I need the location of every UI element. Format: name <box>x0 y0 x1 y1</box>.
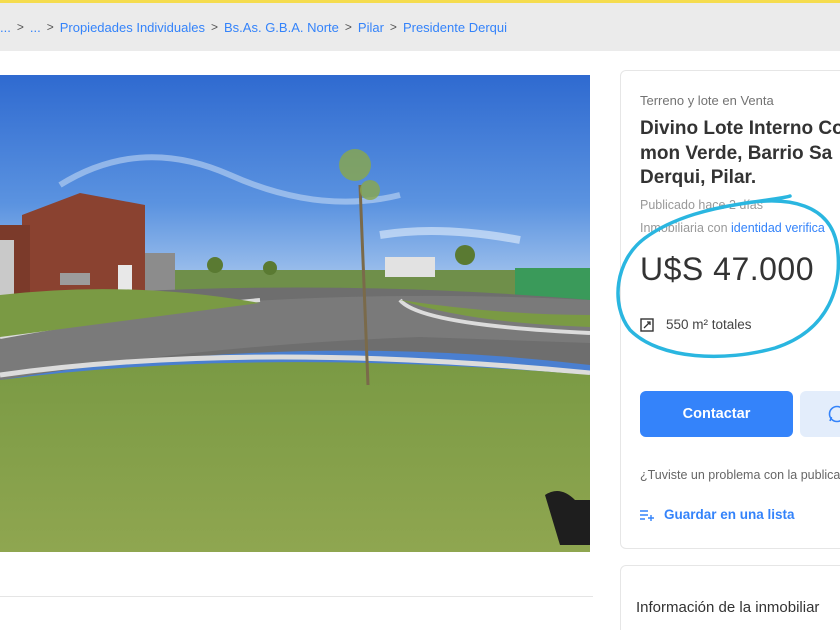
listing-title-line: Divino Lote Interno Co <box>640 118 840 139</box>
agency-section-title: Información de la inmobiliar <box>636 599 820 616</box>
chevron-right-icon: > <box>389 20 397 34</box>
contact-button[interactable]: Contactar <box>640 391 793 437</box>
listing-subtitle: Terreno y lote en Venta <box>640 93 774 108</box>
whatsapp-button[interactable] <box>800 391 840 437</box>
listing-price: U$S 47.000 <box>640 251 815 287</box>
published-date: Publicado hace 2 días <box>640 198 764 212</box>
section-divider <box>0 596 593 597</box>
verified-identity-link[interactable]: identidad verifica <box>731 221 825 235</box>
breadcrumb: ... > ... > Propiedades Individuales > B… <box>0 3 840 51</box>
chevron-right-icon: > <box>344 20 352 34</box>
chevron-right-icon: > <box>46 20 54 34</box>
listing-summary-card: Terreno y lote en Venta Divino Lote Inte… <box>620 70 840 549</box>
area-icon <box>640 317 654 332</box>
chevron-right-icon: > <box>211 20 219 34</box>
agency-prefix: Inmobiliaria con <box>640 221 732 235</box>
save-to-list-button[interactable]: Guardar en una lista <box>640 507 795 522</box>
breadcrumb-item-ellipsis-1[interactable]: ... <box>0 20 11 35</box>
breadcrumb-item-ellipsis-2[interactable]: ... <box>30 20 41 35</box>
agency-info-card: Información de la inmobiliar <box>620 565 840 630</box>
listing-title-line: Derqui, Pilar. <box>640 167 757 188</box>
agency-verified: Inmobiliaria con identidad verifica <box>640 221 825 235</box>
breadcrumb-item-pilar[interactable]: Pilar <box>358 20 384 35</box>
breadcrumb-item-propiedades[interactable]: Propiedades Individuales <box>60 20 205 35</box>
listing-photo[interactable] <box>0 75 590 552</box>
breadcrumb-item-presidente-derqui[interactable]: Presidente Derqui <box>403 20 507 35</box>
chevron-right-icon: > <box>16 20 24 34</box>
area-info: 550 m² totales <box>640 317 752 332</box>
save-label: Guardar en una lista <box>664 507 795 522</box>
listing-title-line: mon Verde, Barrio Sa <box>640 142 833 164</box>
report-problem-text[interactable]: ¿Tuviste un problema con la publicación <box>640 468 840 482</box>
list-add-icon <box>640 509 654 521</box>
listing-title: Divino Lote Interno Co mon Verde, Barrio… <box>640 117 840 191</box>
breadcrumb-item-gba-norte[interactable]: Bs.As. G.B.A. Norte <box>224 20 339 35</box>
area-value: 550 m² totales <box>666 317 752 332</box>
whatsapp-icon <box>828 405 840 423</box>
